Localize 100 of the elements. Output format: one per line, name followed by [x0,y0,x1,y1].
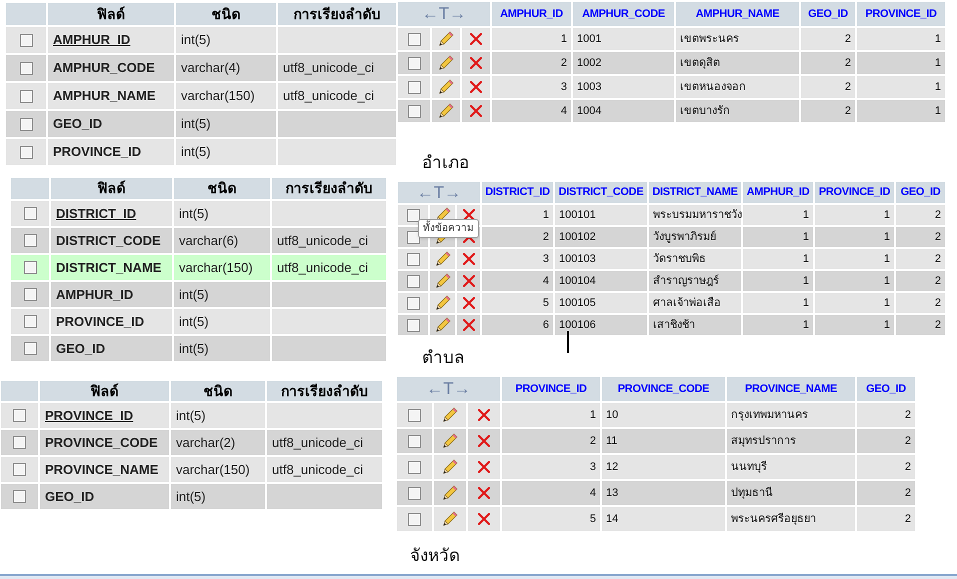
table-cell: เขตดุสิต [676,52,799,74]
checkbox[interactable] [13,463,26,476]
table-cell: 1 [857,52,945,74]
pencil-icon[interactable] [434,295,450,311]
sort-link[interactable]: DISTRICT_NAME [649,182,741,203]
table-cell: 1 [743,205,813,225]
delete-icon[interactable] [477,408,491,422]
checkbox[interactable] [408,460,421,474]
pencil-icon[interactable] [442,485,458,501]
checkbox[interactable] [20,34,32,46]
delete-icon[interactable] [462,274,476,288]
pencil-icon[interactable] [438,79,454,95]
table-cell: int(5) [174,201,270,226]
checkbox[interactable] [408,56,420,70]
checkbox[interactable] [408,434,421,448]
pencil-icon[interactable] [434,273,450,289]
table-cell: 1 [857,28,945,50]
checkbox[interactable] [24,315,36,328]
pencil-icon[interactable] [442,511,458,527]
table-cell: 13 [602,481,725,505]
checkbox[interactable] [408,32,420,46]
delete-icon[interactable] [469,32,483,46]
delete-icon[interactable] [462,296,476,310]
checkbox[interactable] [24,288,36,301]
pencil-icon[interactable] [442,459,458,475]
checkbox[interactable] [408,408,421,422]
checkbox[interactable] [408,512,421,526]
checkbox[interactable] [408,486,421,500]
sort-link[interactable]: DISTRICT_CODE [555,182,647,203]
table-cell: 1 [482,205,553,225]
checkbox[interactable] [406,318,420,332]
sort-link[interactable]: DISTRICT_ID [482,182,553,203]
checkbox[interactable] [406,208,420,222]
pencil-icon[interactable] [438,103,454,119]
checkbox[interactable] [408,104,420,118]
sort-link[interactable]: PROVINCE_ID [502,377,600,401]
sort-link[interactable]: AMPHUR_NAME [676,2,799,26]
pencil-icon[interactable] [442,433,458,449]
column-header: ชนิด [171,381,265,401]
checkbox[interactable] [406,230,420,244]
delete-icon[interactable] [469,104,483,118]
column-header: ฟิลด์ [51,178,172,199]
checkbox[interactable] [406,274,420,288]
table-cell: varchar(150) [174,255,270,280]
pencil-icon[interactable] [438,55,454,71]
text-cursor [567,331,569,353]
sort-link[interactable]: GEO_ID [857,377,915,401]
table-cell: ปทุมธานี [727,481,855,505]
delete-icon[interactable] [469,80,483,94]
header-cell [1,381,38,401]
field-name: DISTRICT_CODE [51,228,172,253]
checkbox[interactable] [24,207,36,220]
table-cell: 2 [801,76,855,98]
checkbox[interactable] [20,90,32,102]
table-cell: 1 [857,76,945,98]
table-cell: 1002 [573,52,674,74]
checkbox[interactable] [13,409,26,422]
sort-link[interactable]: PROVINCE_ID [815,182,894,203]
checkbox[interactable] [13,490,26,503]
field-name: AMPHUR_ID [51,282,172,307]
sort-link[interactable]: PROVINCE_CODE [602,377,725,401]
pencil-icon[interactable] [438,31,454,47]
sort-link[interactable]: GEO_ID [896,182,945,203]
delete-icon[interactable] [477,460,491,474]
delete-icon[interactable] [462,318,476,332]
pencil-icon[interactable] [434,317,450,333]
delete-icon[interactable] [477,512,491,526]
checkbox[interactable] [24,261,36,274]
delete-icon[interactable] [477,486,491,500]
checkbox[interactable] [20,146,32,158]
table-cell: 2 [857,429,915,453]
checkbox[interactable] [408,80,420,94]
checkbox[interactable] [24,234,36,247]
table-cell: int(5) [171,403,265,428]
table-cell: int(5) [176,111,276,137]
checkbox[interactable] [13,436,26,449]
pencil-icon[interactable] [434,251,450,267]
field-name: GEO_ID [51,336,172,361]
checkbox[interactable] [406,296,420,310]
column-header: ฟิลด์ [40,381,169,401]
sort-link[interactable]: PROVINCE_ID [857,2,945,26]
sort-link[interactable]: PROVINCE_NAME [727,377,855,401]
delete-icon[interactable] [477,434,491,448]
sort-link[interactable]: GEO_ID [801,2,855,26]
checkbox[interactable] [406,252,420,266]
checkbox[interactable] [20,118,32,130]
table-cell: 12 [602,455,725,479]
sort-link[interactable]: AMPHUR_ID [492,2,571,26]
sort-link[interactable]: AMPHUR_CODE [573,2,674,26]
delete-icon[interactable] [462,252,476,266]
delete-icon[interactable] [462,208,476,222]
table-cell: int(5) [176,139,276,165]
table-cell: 5 [482,293,553,313]
table-cell: 2 [857,403,915,427]
checkbox[interactable] [24,342,36,355]
pencil-icon[interactable] [442,407,458,423]
checkbox[interactable] [20,62,32,74]
delete-icon[interactable] [469,56,483,70]
sort-link[interactable]: AMPHUR_ID [743,182,813,203]
table-cell: วังบูรพาภิรมย์ [649,227,741,247]
